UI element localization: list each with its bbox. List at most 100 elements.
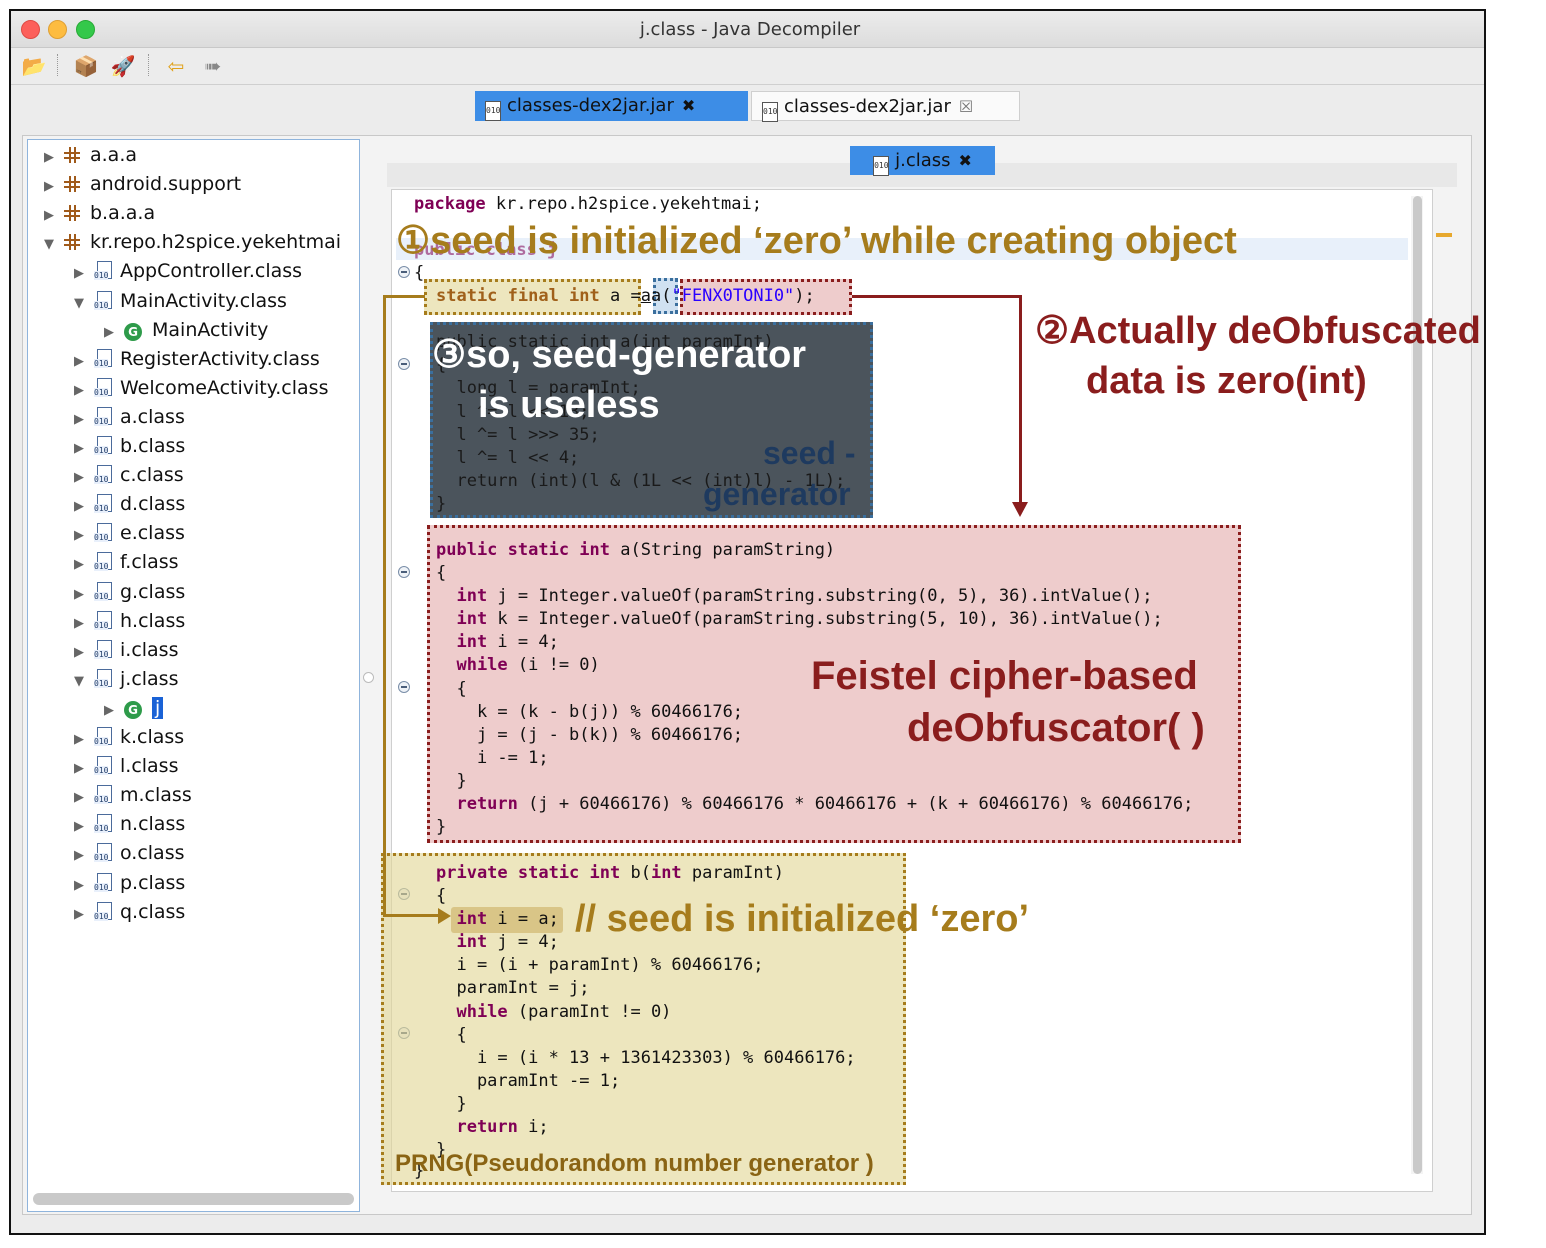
tree-item-3[interactable]: ▼ kr.repo.h2spice.yekehtmai [38,229,341,256]
collapsed-triangle-icon[interactable]: ▶ [68,464,90,491]
code-text: i = (i + paramInt) % 60466176; [436,955,764,976]
fold-toggle-icon[interactable] [398,266,410,278]
tree-item-13[interactable]: ▶ e.class [68,520,185,547]
fold-toggle-icon[interactable] [398,358,410,370]
overview-ruler-marker[interactable] [1436,233,1452,237]
collapsed-triangle-icon[interactable]: ▶ [68,406,90,433]
expanded-triangle-icon[interactable]: ▼ [68,290,90,317]
fold-toggle-icon[interactable] [398,681,410,693]
tree-item-19[interactable]: ▶ Gj [98,695,164,724]
label-seed-generator-line1: seed - [763,435,856,471]
tree-item-25[interactable]: ▶ p.class [68,870,185,897]
tree-item-0[interactable]: ▶ a.a.a [38,142,137,169]
collapsed-triangle-icon[interactable]: ▶ [98,319,120,346]
collapsed-triangle-icon[interactable]: ▶ [68,493,90,520]
tree-item-12[interactable]: ▶ d.class [68,491,185,518]
expanded-triangle-icon[interactable]: ▼ [68,668,90,695]
tree-item-16[interactable]: ▶ h.class [68,608,185,635]
tree-item-21[interactable]: ▶ l.class [68,753,178,780]
open-folder-icon[interactable]: 📂 [21,54,47,78]
tree-item-4[interactable]: ▶ AppController.class [68,258,302,285]
tree-item-6[interactable]: ▶ G MainActivity [98,317,268,344]
class-file-icon [94,436,112,456]
jar-file-icon: 010 [485,101,501,121]
tree-item-2[interactable]: ▶ b.a.a.a [38,200,155,227]
collapsed-triangle-icon[interactable]: ▶ [38,144,60,171]
prng-param-type: int [650,863,682,883]
tree-item-label: l.class [120,755,179,778]
collapsed-triangle-icon[interactable]: ▶ [68,610,90,637]
tree-item-5[interactable]: ▼ MainActivity.class [68,288,287,315]
collapsed-triangle-icon[interactable]: ▶ [68,813,90,840]
class-file-icon [94,843,112,863]
note-seed-generator-useless-line1: ③so, seed-generator [432,334,807,376]
tree-item-10[interactable]: ▶ b.class [68,433,185,460]
code-line: { [436,885,446,907]
tree-item-17[interactable]: ▶ i.class [68,637,178,664]
package-icon [64,234,80,251]
class-file-icon [94,668,112,689]
tree-item-22[interactable]: ▶ m.class [68,782,192,809]
code-line: return (j + 60466176) % 60466176 * 60466… [436,793,1193,815]
tree-item-label: j.class [120,667,179,690]
jar-tab-inactive[interactable]: 010 classes-dex2jar.jar ☒ [751,91,1020,122]
tree-horizontal-scrollbar[interactable] [33,1193,354,1205]
collapsed-triangle-icon[interactable]: ▶ [68,872,90,899]
tree-item-14[interactable]: ▶ f.class [68,549,179,576]
fold-toggle-icon[interactable] [398,566,410,578]
tree-item-15[interactable]: ▶ g.class [68,579,185,606]
back-arrow-icon[interactable]: ⇦ [163,54,189,78]
deobfuscator-name: a(String paramString) [610,540,836,560]
tree-item-18[interactable]: ▼ j.class [68,666,178,693]
window-title: j.class - Java Decompiler [639,19,861,40]
forward-arrow-icon[interactable]: ➠ [200,54,226,78]
tree-item-7[interactable]: ▶ RegisterActivity.class [68,346,320,373]
collapsed-triangle-icon[interactable]: ▶ [68,784,90,811]
tree-item-26[interactable]: ▶ q.class [68,899,185,926]
tree-item-8[interactable]: ▶ WelcomeActivity.class [68,375,328,402]
collapsed-triangle-icon[interactable]: ▶ [68,901,90,928]
tree-item-label: c.class [120,464,184,487]
splitter-handle[interactable] [363,672,374,683]
collapsed-triangle-icon[interactable]: ▶ [68,522,90,549]
collapsed-triangle-icon[interactable]: ▶ [68,551,90,578]
collapsed-triangle-icon[interactable]: ▶ [68,260,90,287]
close-tab-icon[interactable]: ✖ [682,96,695,115]
editor-tab-j-class[interactable]: 010 j.class ✖ [850,146,995,176]
collapsed-triangle-icon[interactable]: ▶ [98,697,120,724]
collapsed-triangle-icon[interactable]: ▶ [68,377,90,404]
collapsed-triangle-icon[interactable]: ▶ [38,173,60,200]
tree-item-11[interactable]: ▶ c.class [68,462,184,489]
close-tab-icon[interactable]: ✖ [959,151,972,170]
note-seed-generator-useless-line2: is useless [478,384,660,426]
prng-modifiers: private static int [436,863,621,883]
tree-item-1[interactable]: ▶ android.support [38,171,241,198]
code-text: j = (j - b(k)) % 60466176; [436,724,744,745]
collapsed-triangle-icon[interactable]: ▶ [68,581,90,608]
tree-item-24[interactable]: ▶ o.class [68,840,185,867]
collapsed-triangle-icon[interactable]: ▶ [68,348,90,375]
tree-item-23[interactable]: ▶ n.class [68,811,185,838]
open-type-icon[interactable]: 📦 [73,54,99,78]
expanded-triangle-icon[interactable]: ▼ [38,231,60,258]
tree-item-label: b.a.a.a [90,202,156,225]
tree-item-label: j [152,696,164,719]
tree-item-9[interactable]: ▶ a.class [68,404,185,431]
collapsed-triangle-icon[interactable]: ▶ [68,435,90,462]
collapsed-triangle-icon[interactable]: ▶ [68,639,90,666]
collapsed-triangle-icon[interactable]: ▶ [68,842,90,869]
tree-item-label: android.support [90,173,242,196]
collapsed-triangle-icon[interactable]: ▶ [68,755,90,782]
rocket-icon[interactable]: 🚀 [110,54,136,78]
tree-item-label: m.class [120,784,192,807]
tree-item-label: MainActivity.class [120,289,287,312]
class-a-reference[interactable]: a [641,286,651,306]
collapsed-triangle-icon[interactable]: ▶ [38,202,60,229]
code-keyword: int [436,609,488,630]
collapsed-triangle-icon[interactable]: ▶ [68,726,90,753]
close-tab-icon[interactable]: ☒ [959,97,973,116]
class-file-icon: 010 [873,156,890,176]
tree-item-20[interactable]: ▶ k.class [68,724,184,751]
jar-tab-active[interactable]: 010 classes-dex2jar.jar ✖ [475,91,748,121]
package-tree[interactable]: ▶ a.a.a ▶ android.support ▶ b.a.a.a ▼ kr.repo.h… [27,139,360,1212]
